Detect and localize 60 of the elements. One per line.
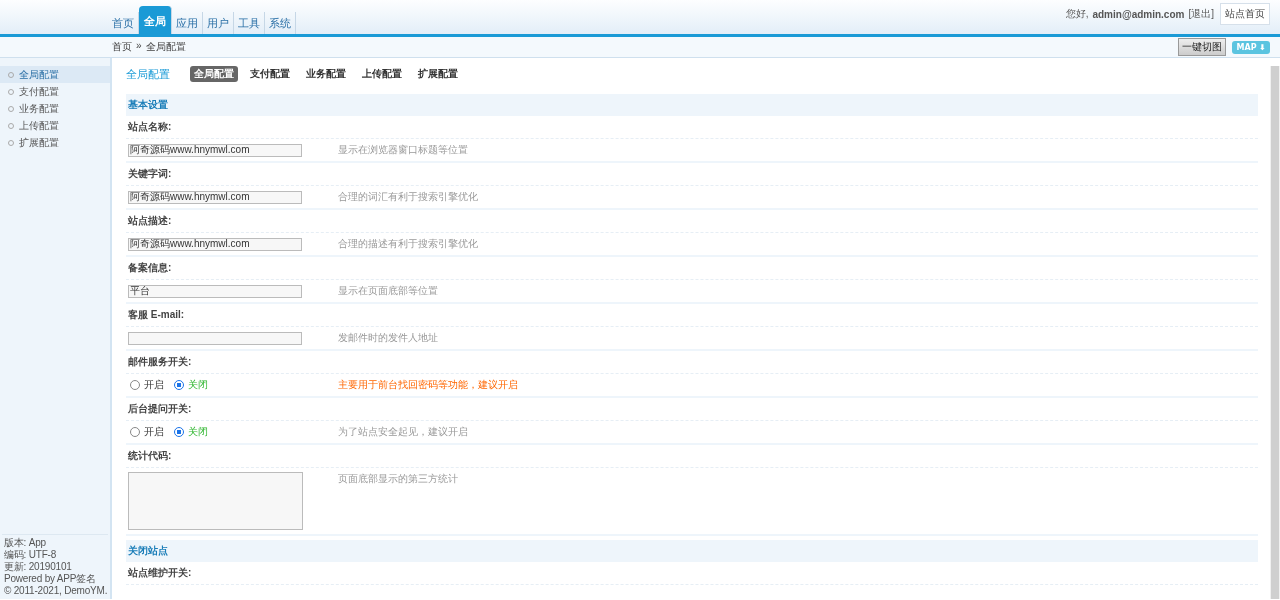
breadcrumb-link[interactable]: 首页 [112, 40, 132, 54]
sub-tab[interactable]: 业务配置 [302, 66, 350, 82]
field-hint: 主要用于前台找回密码等功能，建议开启 [338, 378, 518, 392]
nav-tab[interactable]: 应用 [172, 12, 203, 34]
breadcrumb-separator: » [136, 40, 142, 53]
field-hint: 显示在浏览器窗口标题等位置 [338, 143, 468, 157]
field-hint: 显示在页面底部等位置 [338, 284, 438, 298]
footer-text: 更新: 20190101 [4, 561, 72, 573]
sidebar-item[interactable]: 上传配置 [0, 117, 110, 134]
footer-text: © 2011-2021, DemoYM. [4, 585, 108, 597]
footer-text: Powered by APP签名 [4, 573, 96, 585]
scrollbar[interactable] [1270, 66, 1280, 599]
radio-button[interactable] [174, 380, 184, 390]
sidebar-item[interactable]: 支付配置 [0, 83, 110, 100]
greeting-text: 您好, [1065, 7, 1089, 21]
sub-tab[interactable]: 全局配置 [190, 66, 238, 82]
input-field[interactable]: 阿奇源码www.hnymwl.com [128, 190, 302, 204]
field-hint: 页面底部显示的第三方统计 [338, 472, 458, 486]
field-label: 站点名称: [128, 120, 172, 134]
footer-text: 编码: UTF-8 [4, 549, 57, 561]
input-field[interactable]: 阿奇源码www.hnymwl.com [128, 143, 302, 157]
section-title: 关闭站点 [128, 544, 168, 558]
field-label: 客服 E-mail: [128, 308, 185, 322]
nav-tab[interactable]: 用户 [203, 12, 234, 34]
nav-tab[interactable]: 工具 [234, 12, 265, 34]
section-title: 基本设置 [128, 98, 168, 112]
radio-label[interactable]: 开启 [144, 425, 164, 439]
page-title: 全局配置 [126, 66, 170, 82]
field-label: 站点维护开关: [128, 566, 192, 580]
sub-tab[interactable]: 上传配置 [358, 66, 406, 82]
field-label: 后台提问开关: [128, 402, 192, 416]
breadcrumb-current: 全局配置 [145, 40, 186, 54]
input-field[interactable]: 阿奇源码www.hnymwl.com [128, 237, 302, 251]
field-hint: 合理的描述有利于搜索引擎优化 [338, 237, 478, 251]
field-hint: 发邮件时的发件人地址 [338, 331, 438, 345]
field-label: 站点描述: [128, 214, 172, 228]
nav-tab[interactable]: 系统 [265, 12, 296, 34]
field-label: 关键字词: [128, 167, 172, 181]
radio-button[interactable] [174, 427, 184, 437]
sub-tab[interactable]: 支付配置 [246, 66, 294, 82]
one-click-button[interactable]: 一键切图 [1178, 38, 1227, 56]
sidebar-item[interactable]: 扩展配置 [0, 134, 110, 151]
sidebar-item[interactable]: 业务配置 [0, 100, 110, 117]
radio-label[interactable]: 开启 [144, 378, 164, 392]
user-name: admin@admin.com [1092, 8, 1185, 20]
textarea-field[interactable] [128, 472, 303, 530]
site-home-button[interactable]: 站点首页 [1220, 3, 1270, 25]
sub-tab[interactable]: 扩展配置 [414, 66, 462, 82]
field-hint: 为了站点安全起见，建议开启 [338, 425, 468, 439]
field-label: 统计代码: [128, 449, 172, 463]
field-hint: 合理的词汇有利于搜索引擎优化 [338, 190, 478, 204]
sidebar-item[interactable]: 全局配置 [0, 66, 110, 83]
logout-link[interactable]: [退出] [1188, 7, 1214, 21]
field-label: 备案信息: [128, 261, 172, 275]
input-field[interactable]: 平台 [128, 284, 302, 298]
radio-button[interactable] [130, 427, 140, 437]
footer-text: 版本: App [4, 537, 46, 549]
field-label: 邮件服务开关: [128, 355, 192, 369]
radio-button[interactable] [130, 380, 140, 390]
input-field[interactable] [128, 331, 302, 345]
